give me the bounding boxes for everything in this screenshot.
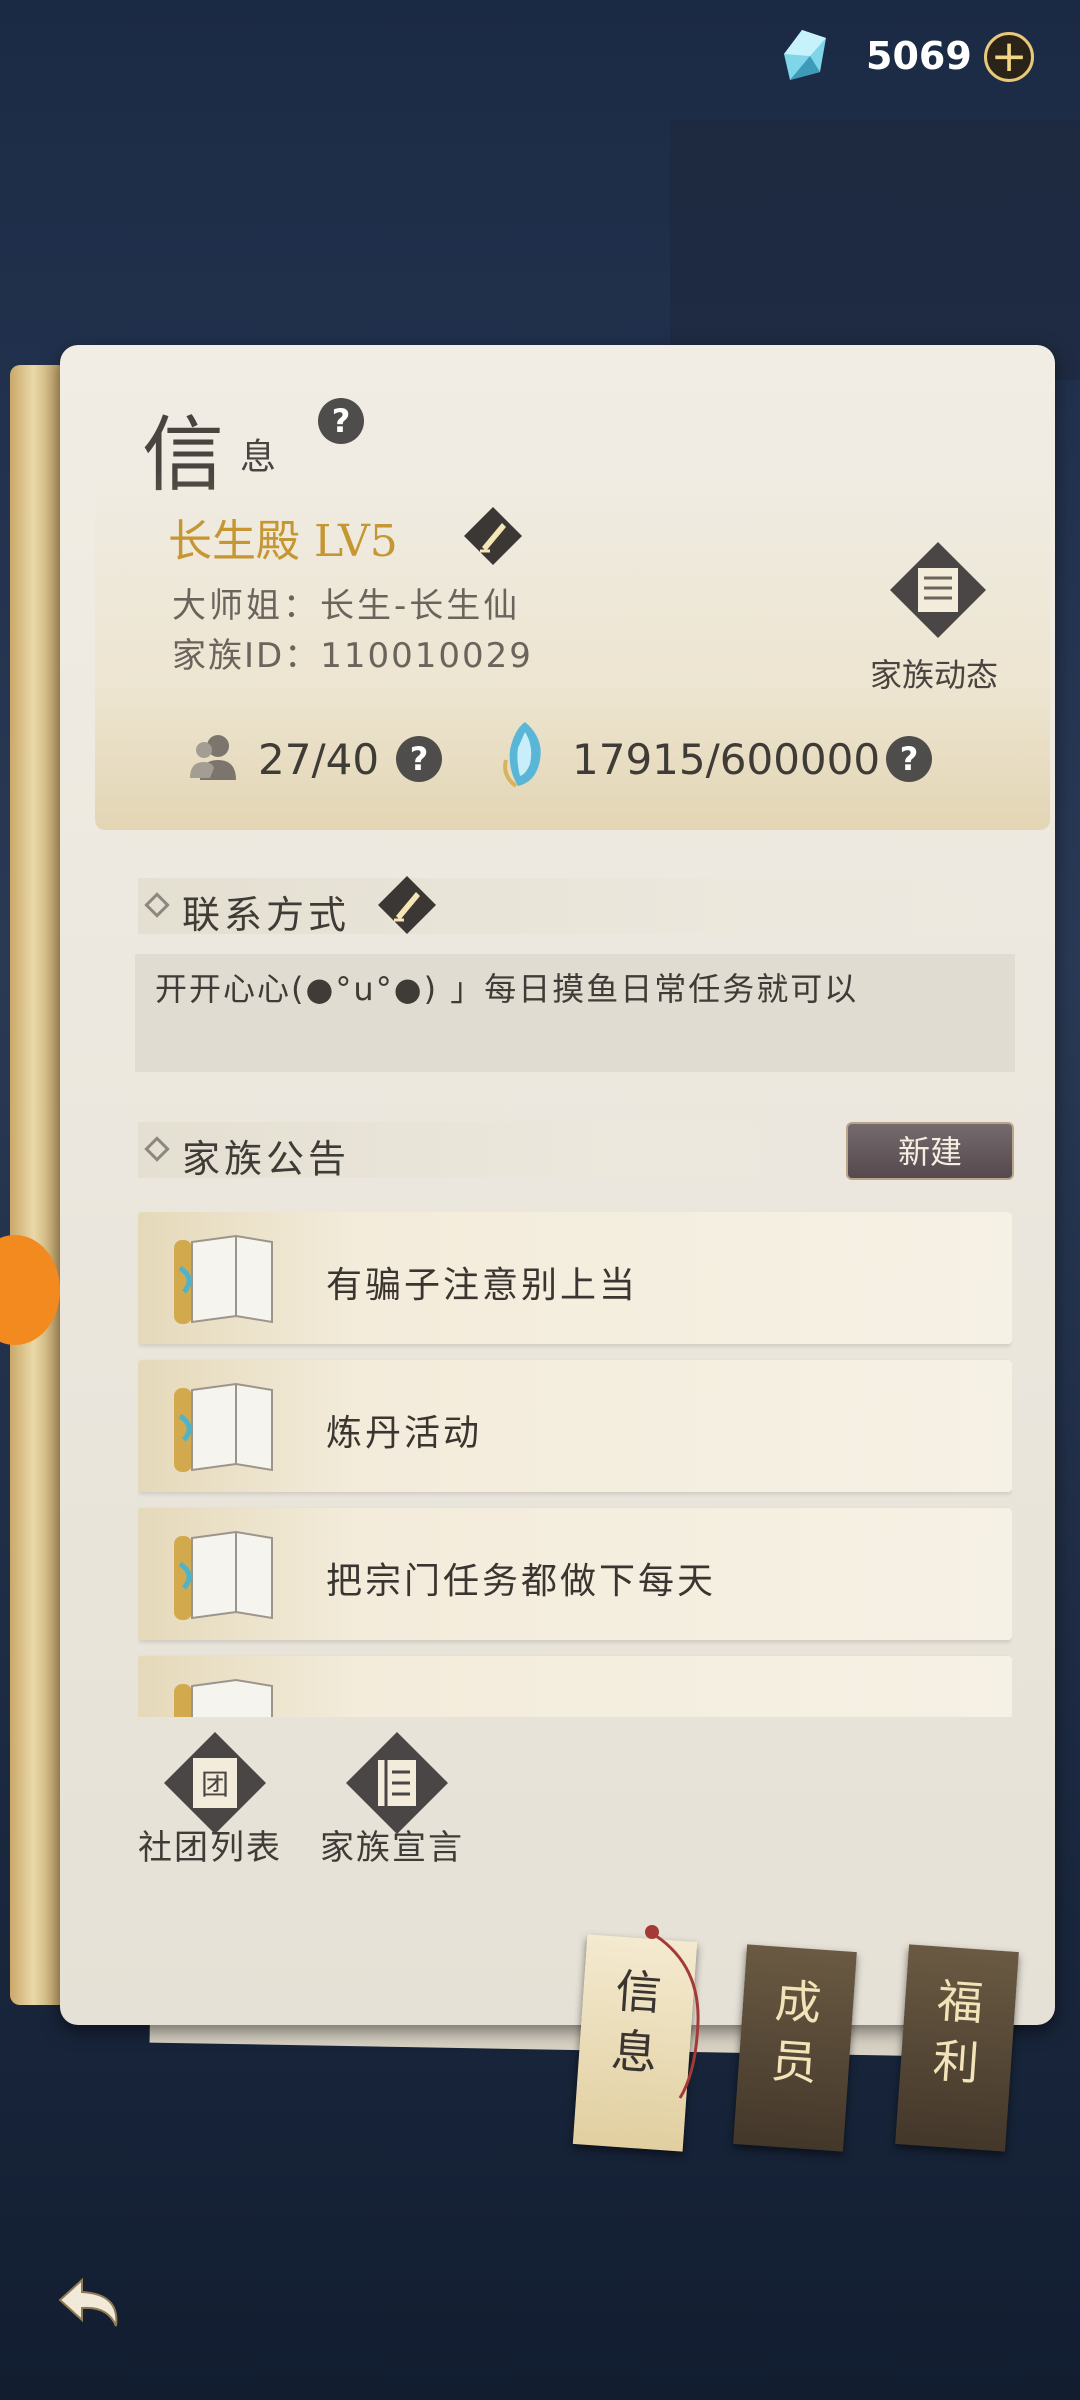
notice-text: 炼丹活动 [326, 1413, 483, 1454]
members-icon [190, 735, 236, 780]
tab-welfare-label: 福利 [931, 1973, 986, 2091]
notice-item[interactable] [138, 1656, 1012, 1717]
notice-section-label: 家族公告 [182, 1137, 351, 1181]
diamond-bullet-icon [144, 892, 170, 918]
contact-text: 开开心心(●°u°●) 」每日摸鱼日常任务就可以 [155, 970, 859, 1008]
scroll-book-icon [174, 1678, 273, 1717]
family-exp-count: 17915/600000 [572, 735, 881, 784]
tab-members-label: 成员 [769, 1973, 824, 2091]
background-scene [670, 120, 1080, 380]
plus-icon: + [990, 31, 1028, 82]
family-news-icon[interactable] [888, 540, 988, 640]
club-list-label[interactable]: 社团列表 [138, 1820, 282, 1869]
member-count: 27/40 [258, 735, 380, 784]
notice-item[interactable]: 有骗子注意别上当 [138, 1212, 1012, 1344]
notice-text: 有骗子注意别上当 [326, 1265, 639, 1306]
family-name-level: 长生殿 LV5 [168, 516, 398, 567]
currency-count: 5069 [866, 34, 972, 78]
scroll-book-icon [174, 1234, 273, 1324]
help-exp-icon[interactable]: ? [886, 736, 932, 782]
family-leader: 大师姐：长生-长生仙 [172, 586, 521, 626]
edit-name-icon[interactable] [462, 505, 524, 567]
spirit-crystal-icon [784, 30, 826, 80]
diamond-bullet-icon [144, 1136, 170, 1162]
scroll-book-icon [174, 1530, 273, 1620]
notice-item[interactable]: 把宗门任务都做下每天 [138, 1508, 1012, 1640]
scroll-book-icon [174, 1382, 273, 1472]
family-id: 家族ID：110010029 [172, 636, 533, 676]
back-arrow-icon[interactable] [54, 2270, 134, 2340]
notice-section-header: 家族公告 [138, 1122, 838, 1181]
new-notice-button[interactable]: 新建 [846, 1122, 1014, 1180]
svg-text:团: 团 [201, 1768, 229, 1801]
tab-welfare[interactable]: 福利 [895, 1944, 1019, 2152]
help-question-icon[interactable]: ? [318, 398, 364, 444]
notice-list[interactable]: 有骗子注意别上当 炼丹活动 把宗门任务都做下每天 [138, 1212, 1012, 1717]
tag-string-decoration [645, 1925, 700, 2099]
help-members-icon[interactable]: ? [396, 736, 442, 782]
edit-contact-icon[interactable] [376, 874, 438, 936]
manifesto-label[interactable]: 家族宣言 [320, 1820, 464, 1869]
tab-members[interactable]: 成员 [733, 1944, 857, 2152]
notice-item[interactable]: 炼丹活动 [138, 1360, 1012, 1492]
notice-text: 把宗门任务都做下每天 [326, 1561, 717, 1602]
family-exp-icon [503, 722, 541, 788]
contact-section-header: 联系方式 [138, 878, 1008, 937]
family-news-label[interactable]: 家族动态 [870, 650, 998, 696]
add-currency-button[interactable]: + [984, 32, 1034, 82]
contact-section-label: 联系方式 [182, 893, 351, 937]
